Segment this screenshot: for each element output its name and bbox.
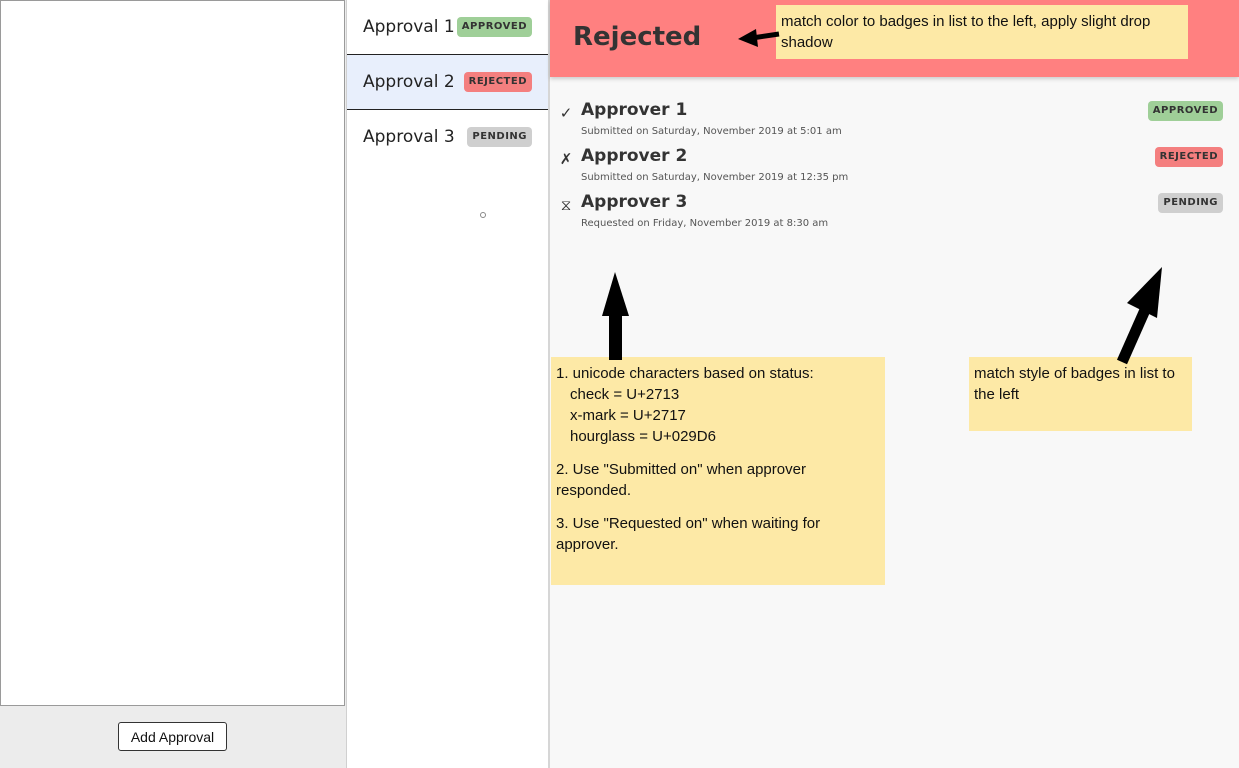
annotation-text: 2. Use "Submitted on" when approver resp… xyxy=(556,461,806,499)
approver-name: Approver 1 xyxy=(581,100,688,120)
cursor-dot xyxy=(480,212,486,218)
left-panel: Add Approval xyxy=(0,0,346,768)
approver-row: ✗ Approver 2 Submitted on Saturday, Nove… xyxy=(550,146,1239,192)
annotation-text: match color to badges in list to the lef… xyxy=(781,13,1151,51)
status-badge: APPROVED xyxy=(1147,101,1223,121)
annotation-text: hourglass = U+029D6 xyxy=(570,428,716,445)
status-title: Rejected xyxy=(573,22,702,52)
status-badge: REJECTED xyxy=(463,72,532,92)
annotation-text: 1. unicode characters based on status: xyxy=(556,365,814,382)
list-item-approval-2[interactable]: Approval 2 REJECTED xyxy=(347,55,548,109)
approver-row: ⧖ Approver 3 Requested on Friday, Novemb… xyxy=(550,192,1239,238)
annotation-text: 3. Use "Requested on" when waiting for a… xyxy=(556,515,821,553)
editor-area[interactable] xyxy=(0,0,345,706)
approver-timestamp: Submitted on Saturday, November 2019 at … xyxy=(581,126,842,137)
status-badge: PENDING xyxy=(1158,193,1223,213)
list-item-label: Approval 3 xyxy=(363,127,455,147)
hourglass-icon: ⧖ xyxy=(560,196,572,214)
annotation-text: match style of badges in list to the lef… xyxy=(974,365,1175,403)
check-icon: ✓ xyxy=(559,104,573,122)
list-item-label: Approval 2 xyxy=(363,72,455,92)
approver-name: Approver 2 xyxy=(581,146,688,166)
x-mark-icon: ✗ xyxy=(559,150,573,168)
annotation-unicode-note: 1. unicode characters based on status: c… xyxy=(551,357,885,585)
list-item-label: Approval 1 xyxy=(363,17,455,37)
list-item-approval-3[interactable]: Approval 3 PENDING xyxy=(347,110,548,164)
annotation-header-note: match color to badges in list to the lef… xyxy=(776,5,1188,59)
add-approval-button[interactable]: Add Approval xyxy=(118,722,227,751)
approval-list: Approval 1 APPROVED Approval 2 REJECTED … xyxy=(346,0,549,768)
approver-name: Approver 3 xyxy=(581,192,688,212)
approver-row: ✓ Approver 1 Submitted on Saturday, Nove… xyxy=(550,100,1239,146)
status-badge: PENDING xyxy=(467,127,532,147)
status-badge: APPROVED xyxy=(456,17,532,37)
approver-timestamp: Submitted on Saturday, November 2019 at … xyxy=(581,172,849,183)
annotation-text: check = U+2713 xyxy=(570,386,680,403)
list-item-approval-1[interactable]: Approval 1 APPROVED xyxy=(347,0,548,54)
approver-timestamp: Requested on Friday, November 2019 at 8:… xyxy=(581,218,829,229)
annotation-badge-note: match style of badges in list to the lef… xyxy=(969,357,1192,431)
status-badge: REJECTED xyxy=(1154,147,1223,167)
annotation-text: x-mark = U+2717 xyxy=(570,407,686,424)
